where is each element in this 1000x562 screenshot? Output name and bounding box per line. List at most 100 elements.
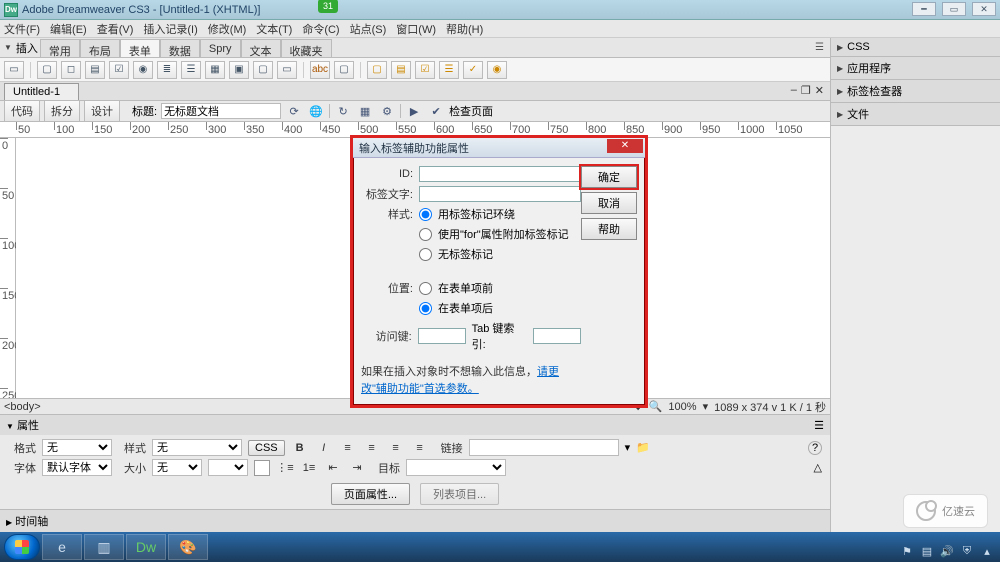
indent-icon[interactable]: ⇥ bbox=[348, 460, 366, 476]
view-split-button[interactable]: 拆分 bbox=[44, 100, 80, 122]
help-button[interactable]: 帮助 bbox=[581, 218, 637, 240]
style-wrap-radio[interactable] bbox=[419, 208, 432, 221]
form-tool-label[interactable]: abc bbox=[310, 61, 330, 79]
outdent-icon[interactable]: ⇤ bbox=[324, 460, 342, 476]
link-folder-icon[interactable]: 📁 bbox=[636, 441, 650, 454]
style-select[interactable]: 无 bbox=[152, 439, 242, 456]
menu-edit[interactable]: 编辑(E) bbox=[50, 21, 87, 37]
tool-refresh-icon[interactable]: ↻ bbox=[334, 103, 352, 119]
tab-text[interactable]: 文本 bbox=[241, 39, 281, 57]
tray-chevron-icon[interactable]: ▴ bbox=[980, 544, 994, 558]
css-button[interactable]: CSS bbox=[248, 440, 285, 456]
form-tool-spry4[interactable]: ☰ bbox=[439, 61, 459, 79]
form-tool-textarea[interactable]: ▤ bbox=[85, 61, 105, 79]
zoom-dropdown-icon[interactable]: ▾ bbox=[703, 400, 709, 413]
form-tool-spry6[interactable]: ◉ bbox=[487, 61, 507, 79]
target-select[interactable] bbox=[406, 459, 506, 476]
panel-application[interactable]: ▶应用程序 bbox=[831, 57, 1000, 80]
tray-sound-icon[interactable]: 🔊 bbox=[940, 544, 954, 558]
tabindex-input[interactable] bbox=[533, 328, 581, 344]
position-after-radio[interactable] bbox=[419, 302, 432, 315]
form-tool-file[interactable]: ▢ bbox=[253, 61, 273, 79]
view-code-button[interactable]: 代码 bbox=[4, 100, 40, 122]
tray-network-icon[interactable]: ▤ bbox=[920, 544, 934, 558]
form-tool-spry3[interactable]: ☑ bbox=[415, 61, 435, 79]
doc-restore-icon[interactable]: ❐ bbox=[801, 84, 811, 97]
format-select[interactable]: 无 bbox=[42, 439, 112, 456]
tag-selector[interactable]: <body> bbox=[4, 401, 41, 413]
align-right-icon[interactable]: ≡ bbox=[387, 440, 405, 456]
panel-tag-inspector[interactable]: ▶标签检查器 bbox=[831, 80, 1000, 103]
tool-icon-1[interactable]: ⟳ bbox=[285, 103, 303, 119]
task-ie[interactable]: e bbox=[42, 534, 82, 560]
form-tool-button[interactable]: ▭ bbox=[277, 61, 297, 79]
bold-button[interactable]: B bbox=[291, 440, 309, 456]
link-input[interactable] bbox=[469, 439, 619, 456]
form-tool-form[interactable]: ▭ bbox=[4, 61, 24, 79]
tool-globe-icon[interactable]: 🌐 bbox=[307, 103, 325, 119]
timeline-panel-header[interactable]: ▶ 时间轴 bbox=[0, 509, 830, 532]
panel-menu-icon[interactable]: ☰ bbox=[814, 419, 824, 432]
form-tool-image[interactable]: ▣ bbox=[229, 61, 249, 79]
menu-modify[interactable]: 修改(M) bbox=[208, 21, 247, 37]
help-icon[interactable]: ? bbox=[808, 441, 822, 455]
tab-data[interactable]: 数据 bbox=[160, 39, 200, 57]
tool-zoom-icon[interactable]: 🔍 bbox=[649, 400, 663, 413]
tool-options-icon[interactable]: ⚙ bbox=[378, 103, 396, 119]
insert-collapse-icon[interactable]: ▼ bbox=[4, 43, 12, 52]
menu-file[interactable]: 文件(F) bbox=[4, 21, 40, 37]
form-tool-spry2[interactable]: ▤ bbox=[391, 61, 411, 79]
tray-flag-icon[interactable]: ⚑ bbox=[900, 544, 914, 558]
cancel-button[interactable]: 取消 bbox=[581, 192, 637, 214]
form-tool-list[interactable]: ☰ bbox=[181, 61, 201, 79]
task-explorer[interactable]: ▥ bbox=[84, 534, 124, 560]
list-ul-icon[interactable]: ⋮≡ bbox=[276, 460, 294, 476]
tray-shield-icon[interactable]: ⛨ bbox=[960, 544, 974, 558]
maximize-button[interactable]: ▭ bbox=[942, 2, 966, 16]
tab-favorites[interactable]: 收藏夹 bbox=[281, 39, 332, 57]
menu-insert[interactable]: 插入记录(I) bbox=[143, 21, 197, 37]
color-swatch[interactable] bbox=[254, 460, 270, 476]
menu-help[interactable]: 帮助(H) bbox=[446, 21, 483, 37]
menu-site[interactable]: 站点(S) bbox=[350, 21, 387, 37]
size-select[interactable]: 无 bbox=[152, 459, 202, 476]
tab-layout[interactable]: 布局 bbox=[80, 39, 120, 57]
dialog-close-button[interactable]: ✕ bbox=[607, 139, 643, 153]
form-tool-jumpmenu[interactable]: ▦ bbox=[205, 61, 225, 79]
form-tool-checkbox[interactable]: ☑ bbox=[109, 61, 129, 79]
position-before-radio[interactable] bbox=[419, 282, 432, 295]
task-paint[interactable]: 🎨 bbox=[168, 534, 208, 560]
label-text-input[interactable] bbox=[419, 186, 581, 202]
form-tool-spry5[interactable]: ✓ bbox=[463, 61, 483, 79]
tab-spry[interactable]: Spry bbox=[200, 39, 241, 57]
document-tab[interactable]: Untitled-1 bbox=[4, 83, 79, 100]
menu-commands[interactable]: 命令(C) bbox=[302, 21, 339, 37]
insert-menu-icon[interactable]: ☰ bbox=[815, 42, 824, 53]
italic-button[interactable]: I bbox=[315, 440, 333, 456]
form-tool-hidden[interactable]: ◻ bbox=[61, 61, 81, 79]
accesskey-input[interactable] bbox=[418, 328, 466, 344]
style-for-radio[interactable] bbox=[419, 228, 432, 241]
font-select[interactable]: 默认字体 bbox=[42, 459, 112, 476]
tool-view-icon[interactable]: ▦ bbox=[356, 103, 374, 119]
form-tool-textfield[interactable]: ▢ bbox=[37, 61, 57, 79]
ok-button[interactable]: 确定 bbox=[581, 166, 637, 188]
style-none-radio[interactable] bbox=[419, 248, 432, 261]
doc-close-icon[interactable]: ✕ bbox=[815, 84, 824, 97]
close-button[interactable]: ✕ bbox=[972, 2, 996, 16]
align-center-icon[interactable]: ≡ bbox=[363, 440, 381, 456]
view-design-button[interactable]: 设计 bbox=[84, 100, 120, 122]
menu-text[interactable]: 文本(T) bbox=[256, 21, 292, 37]
tab-forms[interactable]: 表单 bbox=[120, 39, 160, 57]
panel-css[interactable]: ▶CSS bbox=[831, 38, 1000, 57]
tab-common[interactable]: 常用 bbox=[40, 39, 80, 57]
start-button[interactable] bbox=[4, 534, 40, 560]
tool-preview-icon[interactable]: ▶ bbox=[405, 103, 423, 119]
align-justify-icon[interactable]: ≡ bbox=[411, 440, 429, 456]
list-ol-icon[interactable]: 1≡ bbox=[300, 460, 318, 476]
page-properties-button[interactable]: 页面属性... bbox=[331, 483, 410, 505]
title-input[interactable] bbox=[161, 103, 281, 119]
task-dreamweaver[interactable]: Dw bbox=[126, 534, 166, 560]
form-tool-fieldset[interactable]: ▢ bbox=[334, 61, 354, 79]
form-tool-spry1[interactable]: ▢ bbox=[367, 61, 387, 79]
